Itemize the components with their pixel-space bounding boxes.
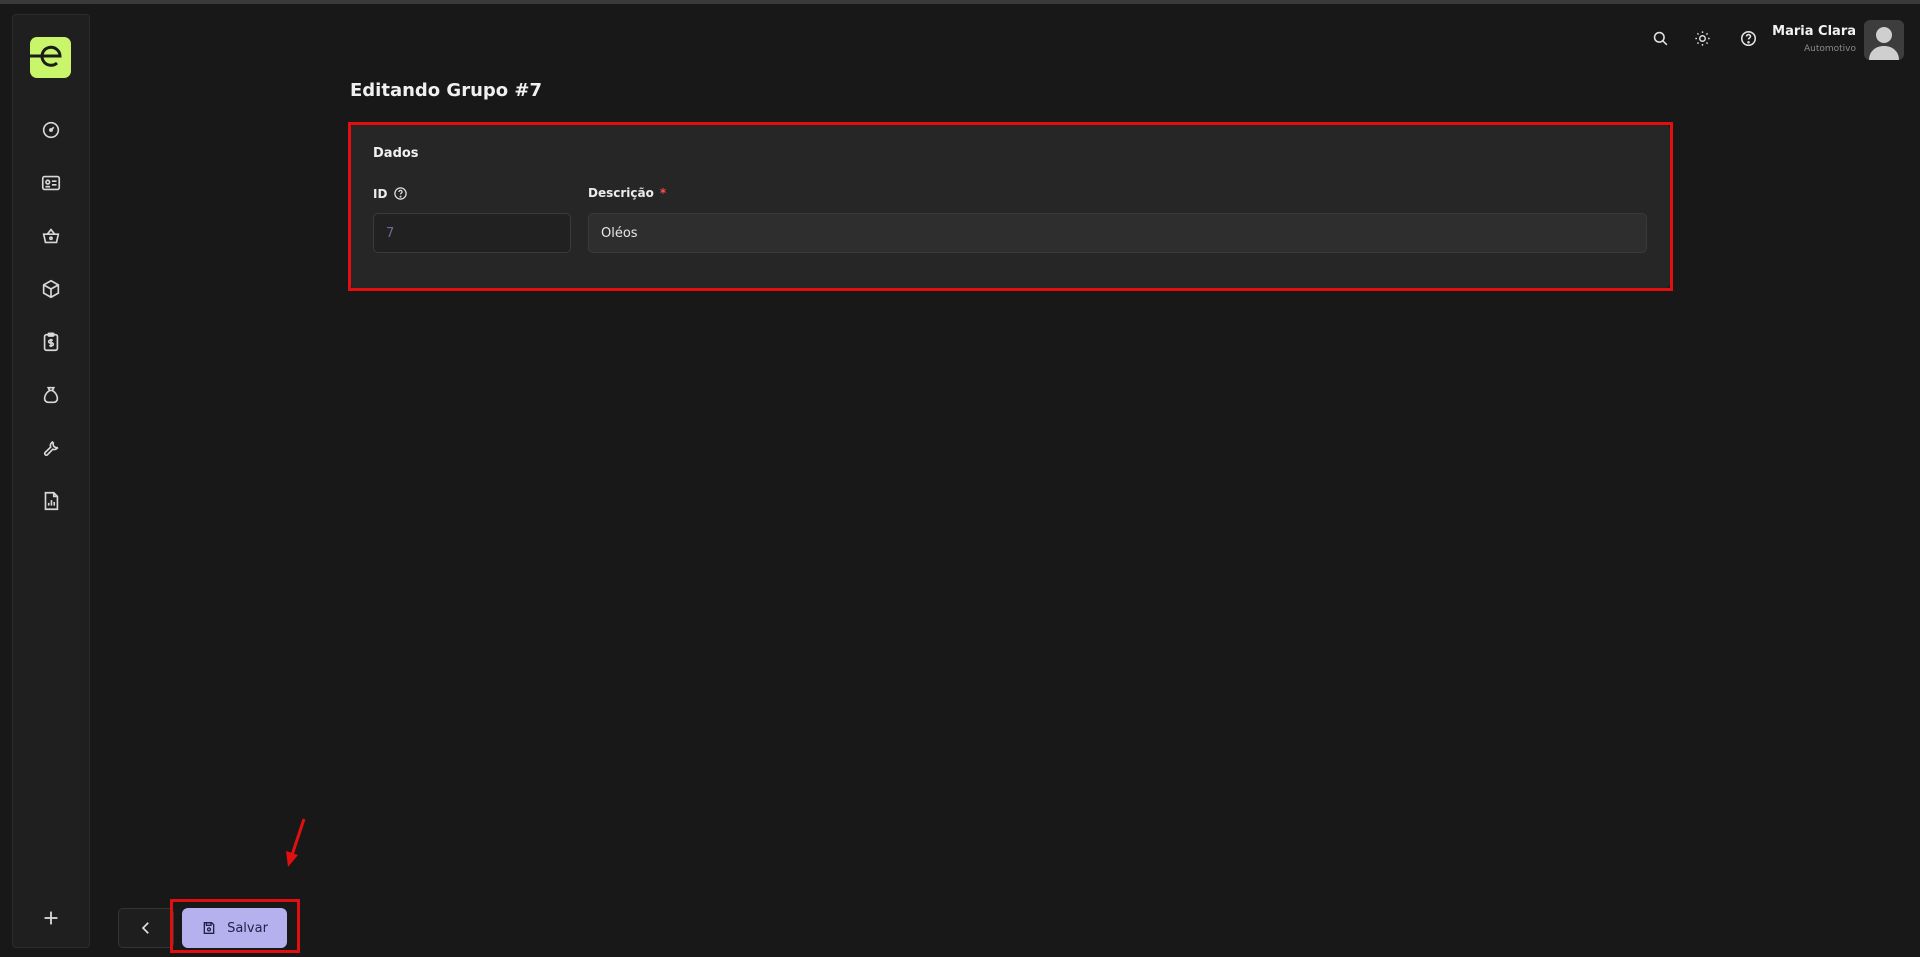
floppy-disk-icon [203,922,215,934]
report-icon [44,491,59,511]
sidebar-item-services[interactable] [32,429,70,467]
sidebar-item-sales[interactable] [32,217,70,255]
save-button[interactable]: Salvar [182,908,287,948]
sidebar-item-dashboard[interactable] [32,111,70,149]
money-bag-icon [43,386,59,404]
annotation-arrow-icon [286,818,306,867]
sidebar-item-finance[interactable] [32,323,70,361]
help-circle-icon[interactable] [393,186,408,201]
basket-icon [42,228,60,244]
form-card-dados [350,124,1670,289]
avatar[interactable] [1864,20,1904,60]
header-theme-toggle[interactable] [1688,24,1716,52]
chevron-left-icon [141,922,149,934]
id-field: 7 [373,213,571,253]
required-mark: * [659,186,667,200]
user-name: Maria Clara [1772,24,1856,39]
wrench-icon [43,440,59,456]
plus-icon [44,911,58,925]
description-field[interactable]: Oléos [588,213,1647,253]
sidebar [12,14,90,948]
sidebar-item-cash[interactable] [32,376,70,414]
clipboard-dollar-icon [43,332,59,352]
sidebar-item-products[interactable] [32,270,70,308]
section-title: Dados [373,146,419,161]
page-title: Editando Grupo #7 [350,80,543,101]
description-field-label: Descrição * [588,186,666,200]
id-label-text: ID [373,186,388,201]
header-help-button[interactable] [1734,24,1762,52]
sidebar-item-clients[interactable] [32,164,70,202]
user-avatar-icon [1869,27,1899,60]
header-search-button[interactable] [1646,24,1674,52]
search-icon [1653,31,1667,45]
sidebar-add-button[interactable] [32,899,70,937]
logo-e-icon [30,45,62,67]
dashboard-gauge-icon [42,121,60,139]
description-label-text: Descrição [588,186,654,200]
user-role: Automotivo [1803,44,1856,54]
window-top-border [0,0,1920,4]
app-logo[interactable] [30,37,71,78]
box-icon [42,279,60,299]
sidebar-item-reports[interactable] [32,482,70,520]
id-card-icon [41,175,61,191]
save-button-label: Salvar [227,920,268,936]
sun-icon [1694,30,1710,46]
help-circle-icon [1740,30,1756,46]
back-button[interactable] [118,908,174,948]
id-field-label: ID [373,186,408,201]
